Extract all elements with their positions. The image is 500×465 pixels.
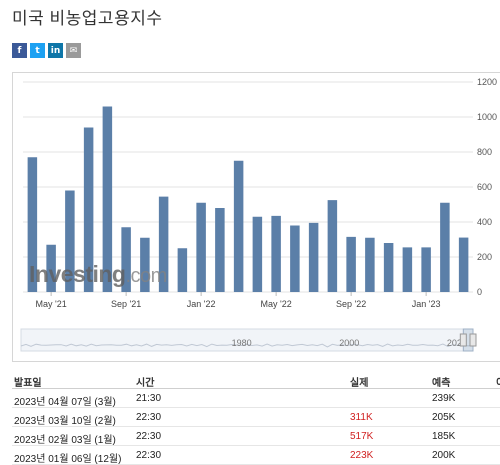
linkedin-share-button[interactable]: in <box>48 43 63 58</box>
bar <box>233 160 244 292</box>
navigator-year-label: 1980 <box>232 338 252 348</box>
bar <box>383 243 394 292</box>
x-tick-label: Jan '22 <box>187 299 216 309</box>
bar <box>346 236 356 292</box>
row-actual: 223K <box>350 450 374 461</box>
table-row: 2023년 04월 07일 (3월) 21:30 239K <box>12 389 500 408</box>
y-tick-label: 0 <box>477 287 482 297</box>
table-row: 2023년 03월 10일 (2월) 22:30 311K 205K <box>12 408 500 427</box>
bar <box>83 127 94 292</box>
header-forecast: 예측 <box>432 378 451 389</box>
table-row: 2023년 02월 03일 (1월) 22:30 517K 185K <box>12 427 500 446</box>
bar <box>46 244 56 292</box>
x-tick-label: Sep '22 <box>336 299 366 309</box>
y-tick-label: 400 <box>477 217 492 227</box>
bar-chart: 0 200 400 600 800 1000 1200 May '21 Sep '21 Jan '… <box>20 77 497 352</box>
x-tick-label: Jan '23 <box>412 299 441 309</box>
row-time: 22:30 <box>136 412 162 423</box>
email-share-button[interactable]: ✉ <box>66 43 81 58</box>
bar <box>215 208 225 292</box>
header-previous: 이 <box>496 374 500 389</box>
row-time: 22:30 <box>136 450 162 461</box>
y-tick-label: 1000 <box>477 112 497 122</box>
row-forecast: 239K <box>432 393 456 404</box>
header-actual: 실제 <box>350 378 369 389</box>
row-forecast: 185K <box>432 431 456 442</box>
row-actual: 311K <box>350 412 373 423</box>
y-tick-label: 800 <box>477 147 492 157</box>
header-date[interactable]: 발표일 <box>14 374 42 389</box>
row-date: 2023년 04월 07일 (3월) <box>14 397 116 408</box>
y-tick-label: 1200 <box>477 77 497 87</box>
bar <box>421 247 431 292</box>
header-time: 시간 <box>136 378 155 389</box>
chart-frame: 0 200 400 600 800 1000 1200 May '21 Sep '21 Jan '… <box>12 72 500 362</box>
bar <box>271 215 281 292</box>
bar <box>140 237 150 292</box>
x-tick-label: May '22 <box>261 299 292 309</box>
row-time: 21:30 <box>136 393 162 404</box>
row-forecast: 200K <box>432 450 456 461</box>
bar <box>327 200 338 292</box>
bar <box>252 216 263 292</box>
facebook-share-button[interactable]: f <box>12 43 27 58</box>
row-forecast: 205K <box>432 412 456 423</box>
share-bar: f t in ✉ <box>12 43 81 58</box>
bar <box>290 225 300 292</box>
row-time: 22:30 <box>136 431 162 442</box>
release-table: 발표일 시간 실제 예측 이 2023년 04월 07일 (3월) 21:30 … <box>12 370 500 465</box>
row-date: 2023년 01월 06일 (12월) <box>14 454 122 465</box>
row-date: 2023년 03월 10일 (2월) <box>14 416 116 427</box>
table-row: 2023년 01월 06일 (12월) 22:30 223K 200K <box>12 446 500 465</box>
bar <box>158 196 169 292</box>
row-actual: 517K <box>350 431 374 442</box>
bar <box>102 106 113 292</box>
twitter-share-button[interactable]: t <box>30 43 45 58</box>
y-tick-label: 600 <box>477 182 492 192</box>
bar <box>402 247 413 292</box>
bar <box>308 222 319 292</box>
bar <box>27 157 38 292</box>
navigator-year-label: 2000 <box>339 338 359 348</box>
row-date: 2023년 02월 03일 (1월) <box>14 435 116 446</box>
navigator-handle-right[interactable] <box>469 333 477 347</box>
page-title: 미국 비농업고용지수 <box>12 9 163 28</box>
table-header: 발표일 시간 실제 예측 이 <box>12 370 500 389</box>
x-tick-label: Sep '21 <box>111 299 141 309</box>
bar <box>365 237 375 292</box>
navigator-handle-left[interactable] <box>459 333 467 347</box>
bar <box>440 202 450 292</box>
bar <box>177 248 188 292</box>
bar <box>196 202 206 292</box>
bar <box>121 227 131 292</box>
bar <box>65 190 75 292</box>
bar <box>458 237 469 292</box>
x-tick-label: May '21 <box>36 299 67 309</box>
y-tick-label: 200 <box>477 252 492 262</box>
